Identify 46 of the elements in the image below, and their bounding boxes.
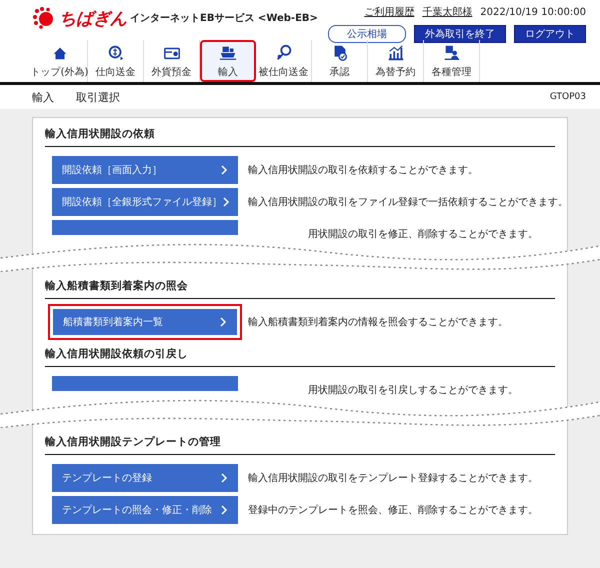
nav-tab[interactable]: トップ(外為): [32, 40, 88, 82]
menu-button[interactable]: テンプレートの登録: [52, 464, 238, 492]
chevron-icon: [220, 504, 228, 514]
header-link[interactable]: 千葉太郎様: [422, 5, 472, 19]
header-button[interactable]: ログアウト: [514, 25, 586, 43]
datetime: 2022/10/19 10:00:00: [480, 6, 586, 18]
chevron-icon: [219, 316, 227, 326]
nav-tab[interactable]: 被仕向送金: [256, 40, 312, 82]
logo-icon: [32, 7, 56, 29]
logo-text: ちばぎん: [59, 8, 127, 30]
breadcrumb-item: 取引選択: [76, 90, 120, 104]
nav-icon: [442, 44, 460, 62]
nav-icon: [106, 44, 124, 62]
header-button[interactable]: 公示相場: [328, 25, 406, 43]
menu-button[interactable]: 開設依頼［画面入力］: [52, 156, 238, 184]
description: 輸入信用状開設の取引をファイル登録で一括依頼することができます。: [248, 196, 568, 208]
description: 輸入信用状開設の取引をテンプレート登録することができます。: [248, 472, 538, 484]
chevron-icon: [220, 472, 228, 482]
chevron-icon: [222, 196, 230, 206]
header-button[interactable]: 外為取引を終了: [414, 25, 506, 43]
description: 用状開設の取引を引戻しすることができます。: [308, 384, 518, 396]
section-title: 輸入信用状開設の依頼: [45, 120, 555, 147]
nav-tab[interactable]: 為替予約: [368, 40, 424, 82]
nav-icon: [386, 44, 404, 62]
breadcrumb-item: 輸入: [32, 90, 54, 104]
nav-tab[interactable]: 承認: [312, 40, 368, 82]
nav-icon: [219, 44, 237, 62]
menu-button[interactable]: 開設依頼［全銀形式ファイル登録］: [52, 188, 238, 216]
description: 登録中のテンプレートを照会、修正、削除することができます。: [248, 504, 538, 516]
section-title: 輸入船積書類到着案内の照会: [45, 272, 555, 299]
description: 用状開設の取引を修正、削除することができます。: [308, 228, 538, 240]
nav-tab[interactable]: 仕向送金: [88, 40, 144, 82]
nav-icon: [274, 44, 292, 62]
nav-tab[interactable]: 輸入: [200, 40, 256, 82]
header-link[interactable]: ご利用履歴: [364, 5, 414, 19]
description: 輸入信用状開設の取引を依頼することができます。: [248, 164, 478, 176]
menu-button[interactable]: [52, 376, 238, 391]
section-title: 輸入信用状開設テンプレートの管理: [45, 428, 555, 455]
nav-tab[interactable]: 各種管理: [424, 40, 480, 82]
chevron-icon: [220, 164, 228, 174]
menu-button[interactable]: テンプレートの照会・修正・削除: [52, 496, 238, 524]
menu-button[interactable]: [52, 220, 238, 235]
screen-id: GTOP03: [550, 92, 586, 102]
service-name: インターネットEBサービス <Web-EB>: [130, 12, 318, 25]
section-title: 輸入信用状開設依頼の引戻し: [45, 340, 555, 367]
description: 輸入船積書類到着案内の情報を照会することができます。: [248, 316, 508, 328]
